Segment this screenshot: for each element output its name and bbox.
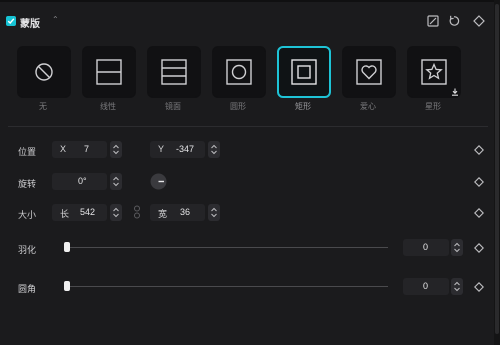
position-x-prefix: X: [60, 144, 67, 154]
shape-none-button[interactable]: [17, 46, 71, 98]
feather-slider-handle[interactable]: [64, 242, 70, 252]
stepper-chevrons-icon: [454, 281, 460, 292]
panel-title: 蒙版: [20, 19, 40, 30]
stepper-chevrons-icon: [113, 207, 119, 218]
size-height-prefix: 宽: [158, 209, 168, 219]
stepper-chevrons-icon: [454, 242, 460, 253]
position-x-stepper[interactable]: [110, 141, 122, 158]
size-label: 大小: [18, 210, 37, 220]
circle-icon: [226, 59, 252, 85]
keyframe-diamond-icon[interactable]: [472, 14, 486, 28]
heart-icon: [356, 59, 382, 85]
round-corner-keyframe-icon[interactable]: [474, 282, 484, 292]
section-divider: [8, 126, 488, 127]
stepper-chevrons-icon: [211, 144, 217, 155]
scrollbar-thumb[interactable]: [495, 4, 499, 334]
size-height-value: 36: [180, 207, 191, 217]
shape-none-label: 无: [39, 102, 47, 111]
rotation-field[interactable]: 0°: [52, 173, 107, 190]
position-y-prefix: Y: [158, 144, 165, 154]
shape-star-label: 星形: [425, 102, 441, 111]
rotation-stepper[interactable]: [110, 173, 122, 190]
shape-heart-label: 爱心: [360, 102, 376, 111]
round-corner-value: 0: [423, 281, 429, 291]
top-border: [0, 0, 500, 2]
invert-mask-icon[interactable]: [426, 14, 440, 28]
reset-icon[interactable]: [447, 14, 461, 28]
shape-rectangle-label: 矩形: [295, 102, 311, 111]
round-corner-field[interactable]: 0: [403, 278, 449, 295]
size-width-prefix: 长: [60, 209, 70, 219]
position-keyframe-icon[interactable]: [474, 145, 484, 155]
round-corner-label: 圆角: [18, 284, 37, 294]
collapse-caret-icon[interactable]: ⌃: [52, 15, 59, 24]
feather-value: 0: [423, 242, 429, 252]
stepper-chevrons-icon: [113, 144, 119, 155]
position-y-value: -347: [176, 144, 195, 154]
rotation-keyframe-icon[interactable]: [474, 177, 484, 187]
shape-star-button[interactable]: [407, 46, 461, 98]
feather-label: 羽化: [18, 245, 37, 255]
position-y-field[interactable]: Y -347: [150, 141, 205, 158]
checkmark-icon: [7, 18, 15, 25]
none-icon: [35, 63, 53, 81]
shape-mirror-label: 镜面: [165, 102, 181, 111]
aspect-lock-link-icon[interactable]: [132, 205, 142, 219]
feather-slider-track[interactable]: [66, 247, 388, 248]
stepper-chevrons-icon: [211, 207, 217, 218]
size-width-stepper[interactable]: [110, 204, 122, 221]
size-width-field[interactable]: 长 542: [52, 204, 107, 221]
feather-field[interactable]: 0: [403, 239, 449, 256]
rotation-dial-icon: [150, 173, 167, 190]
position-x-value: 7: [84, 144, 90, 154]
mirror-icon: [161, 59, 187, 85]
shape-circle-button[interactable]: [212, 46, 266, 98]
stepper-chevrons-icon: [113, 176, 119, 187]
star-icon: [421, 59, 447, 85]
linear-icon: [96, 59, 122, 85]
shape-rectangle-button[interactable]: [277, 46, 331, 98]
rotation-label: 旋转: [18, 179, 37, 189]
rotation-dial[interactable]: [150, 173, 167, 190]
shape-mirror-button[interactable]: [147, 46, 201, 98]
position-x-field[interactable]: X 7: [52, 141, 107, 158]
download-icon: [452, 88, 458, 96]
size-keyframe-icon[interactable]: [474, 208, 484, 218]
round-corner-slider-handle[interactable]: [64, 281, 70, 291]
position-label: 位置: [18, 147, 37, 157]
round-corner-slider-track[interactable]: [66, 286, 388, 287]
feather-stepper[interactable]: [451, 239, 463, 256]
rotation-value: 0°: [78, 176, 87, 186]
rectangle-icon: [291, 59, 317, 85]
size-height-stepper[interactable]: [208, 204, 220, 221]
round-corner-stepper[interactable]: [451, 278, 463, 295]
feather-keyframe-icon[interactable]: [474, 243, 484, 253]
shape-linear-label: 线性: [100, 102, 116, 111]
size-height-field[interactable]: 宽 36: [150, 204, 205, 221]
mask-enable-checkbox[interactable]: [6, 16, 16, 26]
shape-circle-label: 圆形: [230, 102, 246, 111]
size-width-value: 542: [80, 207, 96, 217]
position-y-stepper[interactable]: [208, 141, 220, 158]
shape-linear-button[interactable]: [82, 46, 136, 98]
shape-heart-button[interactable]: [342, 46, 396, 98]
